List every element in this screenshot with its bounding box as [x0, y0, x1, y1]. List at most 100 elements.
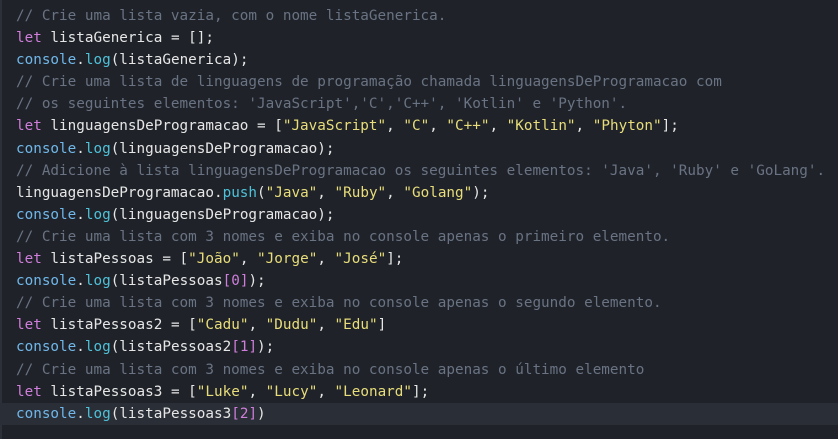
code-line[interactable]: let listaPessoas = ["João", "Jorge", "Jo…: [16, 248, 838, 270]
code-line[interactable]: console.log(listaPessoas3[2]): [0, 402, 838, 425]
code-token-console: console: [16, 206, 77, 223]
code-token-punct: ,: [575, 118, 593, 135]
code-token-string: "Dudu": [265, 317, 318, 334]
code-token-method: log: [84, 339, 111, 356]
code-token-punct: .: [76, 140, 85, 157]
code-token-punct: ,: [386, 184, 404, 201]
code-line[interactable]: console.log(linguagensDeProgramacao);: [16, 138, 838, 160]
code-token-punct: = [: [170, 383, 197, 400]
code-token-ident: listaPessoas: [41, 251, 163, 268]
code-token-string: "Luke": [196, 383, 249, 400]
code-token-punct: .: [76, 405, 85, 422]
code-lines[interactable]: // Crie uma lista vazia, com o nome list…: [0, 5, 838, 425]
code-token-ident: linguagensDeProgramacao: [16, 184, 214, 201]
code-line[interactable]: console.log(listaPessoas[0]);: [16, 270, 838, 292]
code-token-console: console: [16, 140, 77, 157]
code-token-punct: ];: [412, 383, 430, 400]
code-token-string: "JavaScript": [282, 118, 387, 135]
code-token-string: "Golang": [403, 184, 473, 201]
code-line[interactable]: // Adicione à lista linguagensDePrograma…: [16, 160, 838, 182]
code-token-punct: .: [76, 52, 85, 69]
code-token-console: console: [16, 273, 77, 290]
code-line[interactable]: // os seguintes elementos: 'JavaScript',…: [16, 93, 838, 115]
code-token-string: "Java": [265, 184, 318, 201]
code-token-punct: ]: [377, 317, 387, 334]
code-token-string: "Phyton": [592, 118, 662, 135]
code-line[interactable]: console.log(listaPessoas2[1]);: [16, 336, 838, 358]
code-token-punct: ];: [661, 118, 679, 135]
code-token-punct: ,: [429, 118, 447, 135]
code-token-ident: listaPessoas3: [41, 383, 171, 400]
code-token-punct: (linguagensDeProgramacao);: [110, 206, 335, 223]
code-token-ident: listaPessoas3: [119, 405, 232, 422]
code-token-string: "Cadu": [196, 317, 249, 334]
code-token-punct: .: [76, 273, 85, 290]
code-token-comment: // os seguintes elementos: 'JavaScript',…: [16, 96, 628, 113]
code-token-string: "Leonard": [334, 383, 412, 400]
code-token-punct: ,: [239, 251, 258, 268]
code-token-keyword: let: [16, 317, 42, 334]
code-token-string: "Ruby": [334, 184, 387, 201]
code-token-punct: ): [257, 405, 266, 422]
code-token-method: log: [84, 52, 111, 69]
code-editor[interactable]: // Crie uma lista vazia, com o nome list…: [0, 0, 838, 439]
code-token-bracket: [: [231, 405, 240, 422]
code-line[interactable]: let linguagensDeProgramacao = ["JavaScri…: [16, 115, 838, 137]
code-token-method: log: [84, 140, 111, 157]
code-token-string: "José": [334, 251, 387, 268]
code-token-method: push: [222, 184, 258, 201]
code-token-keyword: let: [16, 30, 42, 47]
code-token-punct: (listaPessoas: [110, 273, 223, 290]
code-line[interactable]: console.log(linguagensDeProgramacao);: [16, 204, 838, 226]
code-token-punct: );: [257, 339, 275, 356]
code-token-punct: = [: [257, 118, 283, 135]
code-token-comment: // Crie uma lista com 3 nomes e exiba no…: [16, 295, 662, 312]
code-line[interactable]: // Crie uma lista com 3 nomes e exiba no…: [16, 226, 838, 248]
code-token-punct: = [: [170, 317, 197, 334]
code-token-method: log: [84, 206, 111, 223]
code-token-punct: ,: [317, 383, 335, 400]
code-token-keyword: let: [16, 251, 42, 268]
code-line[interactable]: // Crie uma lista vazia, com o nome list…: [16, 5, 838, 27]
code-token-ident: listaGenerica: [41, 30, 171, 47]
code-token-punct: ,: [317, 317, 335, 334]
code-token-console: console: [16, 405, 77, 422]
code-token-bracket: [: [222, 273, 232, 290]
code-line[interactable]: let listaPessoas2 = ["Cadu", "Dudu", "Ed…: [16, 314, 838, 336]
code-token-punct: ,: [248, 383, 266, 400]
code-line[interactable]: // Crie uma lista de linguagens de progr…: [16, 71, 838, 93]
code-token-punct: ,: [386, 118, 404, 135]
code-token-string: "Kotlin": [506, 118, 576, 135]
code-token-comment: // Adicione à lista linguagensDePrograma…: [16, 162, 826, 179]
code-token-string: "Edu": [334, 317, 378, 334]
code-token-punct: ,: [248, 317, 266, 334]
code-line[interactable]: // Crie uma lista com 3 nomes e exiba no…: [16, 292, 838, 314]
code-token-string: "C++": [446, 118, 490, 135]
code-token-punct: (listaPessoas2: [110, 339, 232, 356]
code-line[interactable]: console.log(listaGenerica);: [16, 49, 838, 71]
code-token-string: "C": [403, 118, 430, 135]
code-token-comment: // Crie uma lista de linguagens de progr…: [16, 74, 722, 91]
code-token-keyword: let: [16, 118, 42, 135]
code-token-punct: (linguagensDeProgramacao);: [110, 140, 335, 157]
code-token-punct: ];: [386, 251, 404, 268]
code-token-punct: .: [76, 206, 85, 223]
code-token-punct: ,: [317, 184, 335, 201]
code-token-string: "Lucy": [265, 383, 318, 400]
code-token-punct: ,: [317, 251, 335, 268]
code-token-string: "Jorge": [257, 251, 318, 268]
code-token-string: "João": [188, 251, 240, 268]
code-token-punct: );: [248, 273, 266, 290]
code-line[interactable]: let listaPessoas3 = ["Luke", "Lucy", "Le…: [16, 381, 838, 403]
code-line[interactable]: let listaGenerica = [];: [16, 27, 838, 49]
code-token-console: console: [16, 52, 77, 69]
code-token-punct: .: [76, 339, 85, 356]
code-line[interactable]: linguagensDeProgramacao.push("Java", "Ru…: [16, 182, 838, 204]
code-token-comment: // Crie uma lista com 3 nomes e exiba no…: [16, 361, 645, 378]
code-token-ident: linguagensDeProgramacao: [41, 118, 258, 135]
code-token-punct: .: [213, 184, 223, 201]
code-line[interactable]: // Crie uma lista com 3 nomes e exiba no…: [16, 359, 838, 381]
code-token-bracket: [: [231, 339, 240, 356]
code-token-punct: (: [257, 184, 266, 201]
code-token-punct: ,: [489, 118, 507, 135]
